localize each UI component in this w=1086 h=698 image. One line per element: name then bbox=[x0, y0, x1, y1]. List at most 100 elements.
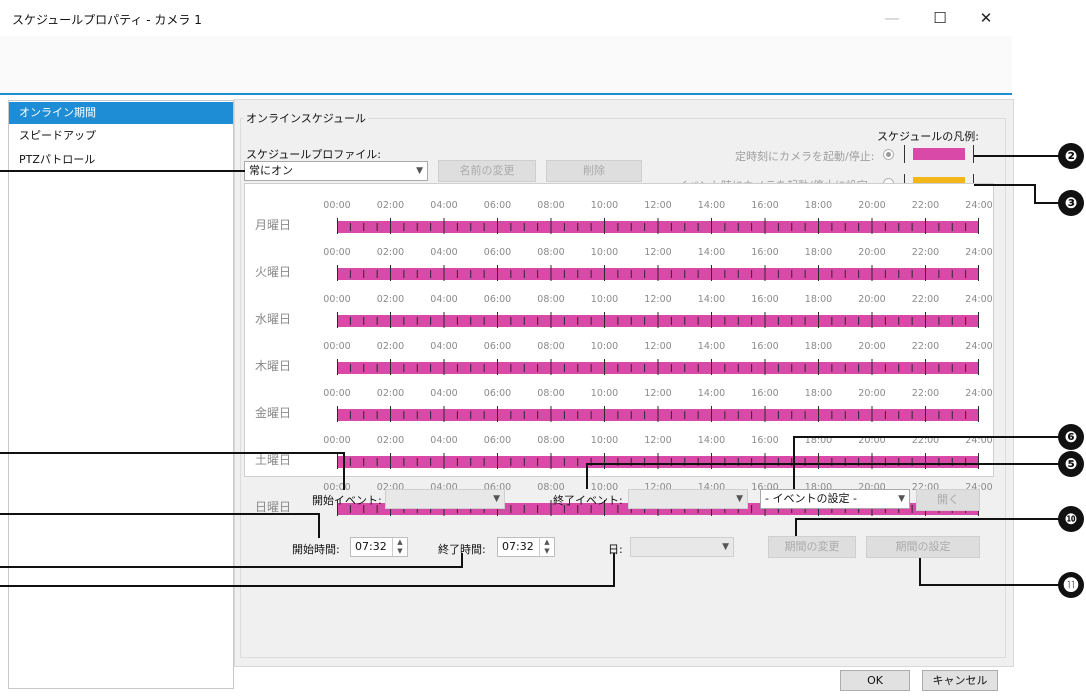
close-button[interactable]: ✕ bbox=[974, 6, 998, 30]
spin-arrows-icon[interactable]: ▲ ▼ bbox=[392, 538, 407, 556]
minimize-button[interactable]: — bbox=[880, 6, 904, 30]
hour-label: 06:00 bbox=[483, 388, 512, 399]
hour-label: 04:00 bbox=[430, 435, 458, 446]
hour-label: 04:00 bbox=[430, 200, 458, 211]
day-schedule-track[interactable] bbox=[337, 265, 979, 281]
set-period-button[interactable]: 期間の設定 bbox=[866, 536, 980, 558]
hour-label: 02:00 bbox=[376, 435, 405, 446]
hour-label: 06:00 bbox=[483, 247, 512, 258]
hour-label: 24:00 bbox=[965, 200, 993, 211]
hour-label: 08:00 bbox=[537, 341, 565, 352]
change-period-button[interactable]: 期間の変更 bbox=[768, 536, 856, 558]
hour-label: 02:00 bbox=[376, 247, 405, 258]
chevron-down-icon: ▼ bbox=[736, 494, 743, 504]
sidebar-item-speedup[interactable]: スピードアップ bbox=[9, 125, 233, 147]
chevron-down-icon: ▼ bbox=[416, 166, 423, 176]
leader-line bbox=[586, 463, 1060, 465]
hour-label: 20:00 bbox=[858, 200, 886, 211]
hour-label: 12:00 bbox=[644, 294, 672, 305]
hour-label: 00:00 bbox=[323, 388, 351, 399]
hour-label: 24:00 bbox=[965, 294, 993, 305]
leader-line bbox=[793, 436, 795, 489]
hour-label: 12:00 bbox=[644, 341, 672, 352]
start-event-label: 開始イベント: bbox=[312, 494, 382, 507]
day-schedule-track[interactable] bbox=[337, 406, 979, 422]
legend-timed-radio[interactable] bbox=[883, 149, 894, 160]
end-event-label: 終了イベント: bbox=[553, 494, 623, 507]
hour-label: 08:00 bbox=[537, 388, 565, 399]
hour-label: 20:00 bbox=[858, 388, 886, 399]
leader-line bbox=[795, 518, 1060, 520]
hour-label: 10:00 bbox=[590, 435, 619, 446]
hour-label: 06:00 bbox=[483, 294, 512, 305]
hour-label: 12:00 bbox=[644, 388, 672, 399]
day-label: 金曜日 bbox=[255, 406, 292, 420]
ok-button[interactable]: OK bbox=[840, 670, 910, 691]
day-label: 月曜日 bbox=[255, 218, 292, 232]
hour-label: 12:00 bbox=[644, 200, 672, 211]
hour-label: 02:00 bbox=[376, 294, 405, 305]
start-time-input[interactable]: 07:32 ▲ ▼ bbox=[350, 537, 408, 557]
hour-label: 00:00 bbox=[323, 294, 351, 305]
hour-label: 10:00 bbox=[590, 388, 619, 399]
weekly-schedule: 月曜日 00:00 02:00 04:00 06:00 08:00 10:00 12:00 14… bbox=[244, 183, 994, 516]
end-event-dropdown[interactable]: ▼ bbox=[628, 489, 748, 509]
legend-timed-swatch bbox=[904, 145, 974, 163]
hour-label: 22:00 bbox=[911, 294, 940, 305]
legend-timed-fill bbox=[913, 148, 965, 160]
hour-label: 02:00 bbox=[376, 200, 405, 211]
callout-2: ❷ bbox=[1058, 143, 1084, 169]
day-schedule-track[interactable] bbox=[337, 453, 979, 469]
day-schedule-track[interactable] bbox=[337, 359, 979, 375]
callout-6: ❻ bbox=[1058, 424, 1084, 450]
day-label: 火曜日 bbox=[255, 265, 292, 279]
hour-label: 18:00 bbox=[804, 341, 833, 352]
hour-label: 10:00 bbox=[590, 200, 619, 211]
open-button[interactable]: 開く bbox=[916, 489, 980, 511]
leader-line bbox=[1034, 202, 1060, 204]
hour-label: 20:00 bbox=[858, 341, 886, 352]
hour-label: 02:00 bbox=[376, 341, 405, 352]
start-time-label: 開始時間: bbox=[292, 543, 340, 556]
hour-label: 22:00 bbox=[911, 341, 940, 352]
hour-label: 08:00 bbox=[537, 247, 565, 258]
hour-label: 18:00 bbox=[804, 294, 833, 305]
day-label: 日: bbox=[608, 543, 623, 556]
start-time-value: 07:32 bbox=[355, 540, 387, 553]
hour-label: 18:00 bbox=[804, 388, 833, 399]
callout-11: ⓫ bbox=[1058, 572, 1084, 598]
day-schedule-track[interactable] bbox=[337, 218, 979, 234]
hour-label: 08:00 bbox=[537, 294, 565, 305]
profile-value: 常にオン bbox=[249, 164, 293, 177]
cancel-button[interactable]: キャンセル bbox=[922, 670, 998, 691]
leader-line bbox=[974, 184, 1036, 186]
window-title: スケジュールプロパティ - カメラ 1 bbox=[12, 13, 202, 27]
maximize-button[interactable]: ☐ bbox=[928, 6, 952, 30]
day-schedule-track[interactable] bbox=[337, 312, 979, 328]
hour-label: 18:00 bbox=[804, 247, 833, 258]
hour-label: 16:00 bbox=[751, 200, 779, 211]
leader-line bbox=[0, 170, 245, 172]
hour-label: 22:00 bbox=[911, 388, 940, 399]
hour-label: 00:00 bbox=[323, 341, 351, 352]
delete-button[interactable]: 削除 bbox=[546, 160, 642, 182]
start-event-dropdown[interactable]: ▼ bbox=[385, 489, 505, 509]
leader-line bbox=[0, 585, 615, 587]
day-dropdown[interactable]: ▼ bbox=[630, 537, 734, 557]
sidebar-item-ptz-patrol[interactable]: PTZパトロール bbox=[9, 149, 233, 171]
end-time-input[interactable]: 07:32 ▲ ▼ bbox=[497, 537, 555, 557]
spin-arrows-icon[interactable]: ▲ ▼ bbox=[539, 538, 554, 556]
hour-label: 14:00 bbox=[697, 435, 726, 446]
callout-10: ❿ bbox=[1058, 506, 1084, 532]
hour-label: 20:00 bbox=[858, 247, 886, 258]
rename-button[interactable]: 名前の変更 bbox=[438, 160, 536, 182]
leader-line bbox=[919, 584, 1060, 586]
hour-label: 06:00 bbox=[483, 200, 512, 211]
leader-line bbox=[461, 553, 463, 568]
hour-label: 22:00 bbox=[911, 247, 940, 258]
event-setting-dropdown[interactable]: - イベントの設定 - ▼ bbox=[760, 489, 910, 509]
sidebar-item-online-period[interactable]: オンライン期間 bbox=[9, 102, 233, 124]
hour-label: 06:00 bbox=[483, 435, 512, 446]
profile-dropdown[interactable]: 常にオン ▼ bbox=[244, 161, 428, 181]
chevron-down-icon: ▼ bbox=[898, 494, 905, 504]
